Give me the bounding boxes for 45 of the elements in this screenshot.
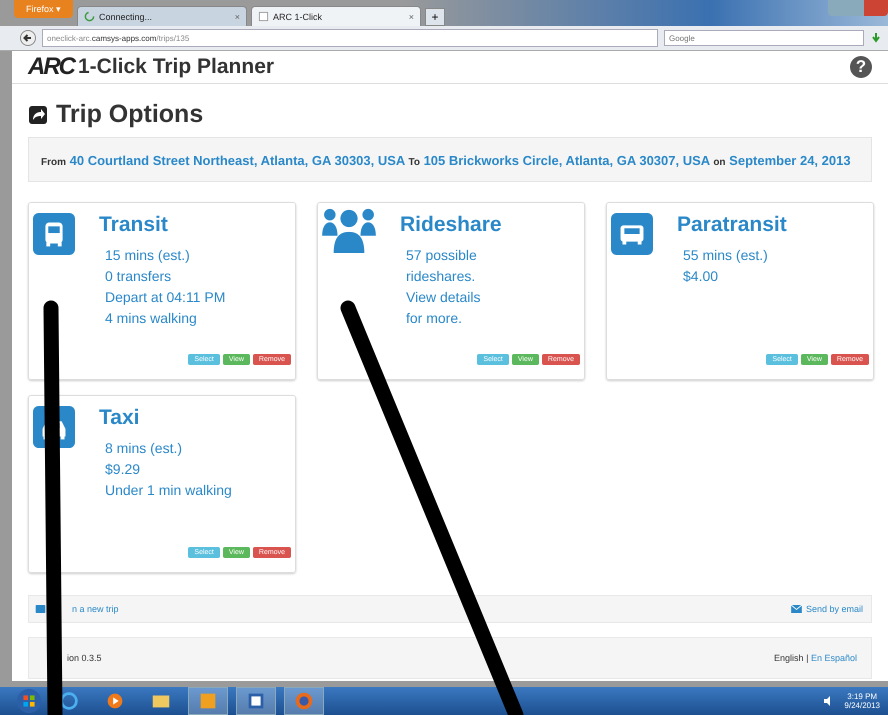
new-trip-link[interactable]: n a new trip (72, 604, 119, 614)
firefox-icon[interactable] (284, 687, 324, 715)
option-title: Paratransit (677, 213, 787, 237)
option-detail: Under 1 min walking (105, 481, 232, 500)
option-detail: $4.00 (683, 267, 720, 286)
option-detail: for more. (406, 309, 464, 328)
option-detail: View details (406, 288, 482, 307)
language-link[interactable]: En Español (810, 653, 857, 663)
clock-date: 9/24/2013 (844, 701, 880, 710)
download-icon[interactable] (870, 32, 882, 44)
address-field[interactable]: oneclick-arc.camsys-apps.com/trips/135 (42, 29, 658, 47)
word-icon[interactable] (236, 687, 276, 715)
firefox-menu-button[interactable]: Firefox ▾ (14, 0, 74, 18)
option-detail: 8 mins (est.) (105, 439, 184, 458)
browser-tab[interactable]: ARC 1-Click × (251, 6, 422, 26)
option-detail: 55 mins (est.) (683, 246, 769, 265)
help-button[interactable]: ? (850, 56, 872, 78)
new-tab-button[interactable]: + (425, 8, 446, 26)
bus-icon (33, 213, 75, 255)
van-icon (611, 213, 653, 255)
option-detail: 57 possible (406, 246, 478, 265)
logo: ARC (28, 53, 74, 81)
language-current: English (774, 653, 804, 663)
browser-tab[interactable]: Connecting... × (77, 6, 248, 26)
mail-icon (790, 605, 802, 613)
search-field[interactable]: Google (664, 30, 864, 46)
option-title: Taxi (99, 406, 140, 430)
start-button[interactable] (16, 688, 42, 714)
option-detail: 0 transfers (105, 267, 172, 286)
people-icon (322, 207, 376, 253)
version-text: ion 0.3.5 (67, 653, 102, 663)
route-summary: From 40 Courtland Street Northeast, Atlanta, GA 30303, USA To 105 Brickworks Circle, Atlanta, GA 30307, USA on September 24, 2013 (28, 137, 872, 182)
option-title: Transit (99, 213, 169, 237)
option-detail: $9.29 (105, 460, 142, 479)
separator: | (806, 653, 808, 663)
option-detail: Depart at 04:11 PM (105, 288, 226, 307)
email-link[interactable]: Send by email (790, 604, 863, 614)
option-detail: 4 mins walking (105, 309, 198, 328)
back-icon[interactable] (20, 30, 36, 46)
option-detail: rideshares. (406, 267, 476, 286)
option-title: Rideshare (400, 213, 502, 237)
clock-time: 3:19 PM (847, 692, 878, 701)
page-title: Trip Options (56, 100, 204, 129)
app-title: 1-Click Trip Planner (78, 55, 274, 79)
option-detail: 15 mins (est.) (105, 246, 191, 265)
